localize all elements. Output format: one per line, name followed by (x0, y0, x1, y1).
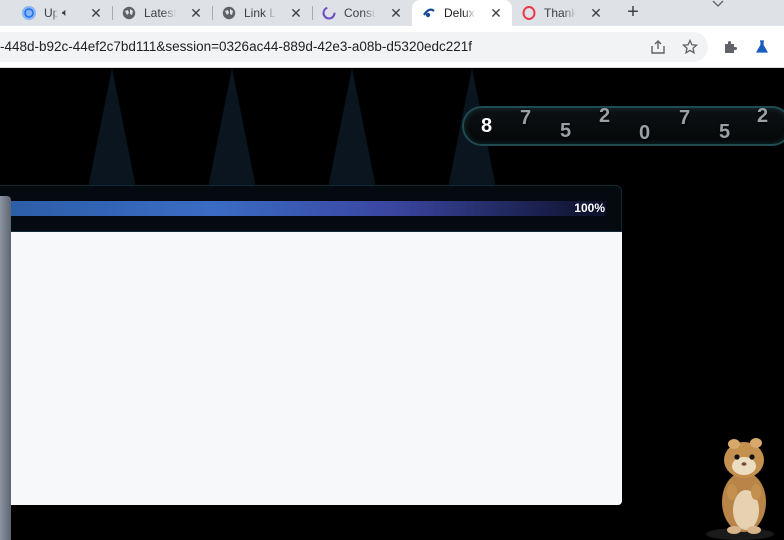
progress-bar: 100% (0, 185, 622, 232)
tab-title: Thank (544, 6, 576, 20)
tab-consult[interactable]: Consu ✕ (312, 0, 412, 26)
close-tab-icon[interactable]: ✕ (388, 5, 404, 21)
extensions-puzzle-icon[interactable] (720, 37, 740, 57)
browser-toolbar: -448d-b92c-44ef2c7bd111&session=0326ac44… (0, 26, 784, 68)
globe-icon (222, 6, 236, 20)
jackpot-counter: 8 7 5 2 0 7 5 2 (462, 105, 784, 146)
tab-strip: Up 🔈︎ ✕ Latest ✕ Link L ✕ Consu ✕ Delux … (0, 0, 784, 26)
tab-search-chevron-icon[interactable] (706, 0, 730, 14)
background-decoration (328, 68, 376, 188)
close-tab-icon[interactable]: ✕ (188, 5, 204, 21)
counter-digit: 2 (757, 105, 769, 127)
counter-digit: 0 (639, 122, 651, 144)
counter-digit: 2 (599, 105, 611, 127)
speaker-icon[interactable]: 🔈︎ (62, 7, 69, 20)
progress-label: 100% (574, 201, 605, 215)
game-content-area[interactable] (0, 232, 622, 505)
counter-digit: 7 (679, 107, 691, 129)
progress-bar-fill (0, 201, 606, 216)
tab-title: Up (44, 6, 58, 20)
tab-thank[interactable]: Thank ✕ (512, 0, 612, 26)
address-bar[interactable]: -448d-b92c-44ef2c7bd111&session=0326ac44… (0, 32, 708, 62)
globe-blue-icon (22, 6, 36, 20)
globe-icon (122, 6, 136, 20)
background-decoration (88, 68, 136, 188)
tab-link[interactable]: Link L ✕ (212, 0, 313, 26)
tab-title: Link L (244, 6, 276, 20)
background-decoration (208, 68, 256, 188)
loading-panel: 100% (0, 185, 622, 525)
url-text[interactable]: -448d-b92c-44ef2c7bd111&session=0326ac44… (0, 32, 472, 62)
tab-up[interactable]: Up 🔈︎ ✕ (12, 0, 113, 26)
new-tab-button[interactable]: + (620, 0, 646, 26)
hamster-mascot-image (700, 430, 784, 540)
bookmark-star-icon[interactable] (680, 37, 700, 57)
tab-title: Delux (444, 6, 475, 20)
browser-window: Up 🔈︎ ✕ Latest ✕ Link L ✕ Consu ✕ Delux … (0, 0, 784, 540)
tab-title: Consu (344, 6, 376, 20)
tab-latest[interactable]: Latest ✕ (112, 0, 213, 26)
close-tab-icon[interactable]: ✕ (488, 5, 504, 21)
counter-digit: 7 (520, 107, 532, 129)
counter-digit: 5 (560, 120, 572, 142)
counter-digit: 8 (481, 115, 493, 137)
deluxe-logo-icon (422, 6, 436, 20)
close-tab-icon[interactable]: ✕ (88, 5, 104, 21)
loading-spinner-icon (322, 6, 336, 20)
close-tab-icon[interactable]: ✕ (288, 5, 304, 21)
tab-title: Latest (144, 6, 176, 20)
tab-deluxe[interactable]: Delux ✕ (412, 0, 512, 26)
counter-digit: 5 (719, 121, 731, 143)
game-page: 8 7 5 2 0 7 5 2 100% (0, 68, 784, 540)
lab-flask-icon[interactable] (752, 37, 772, 57)
opera-logo-icon (522, 6, 536, 20)
share-icon[interactable] (648, 37, 668, 57)
side-panel-handle[interactable] (0, 196, 11, 540)
close-tab-icon[interactable]: ✕ (588, 5, 604, 21)
